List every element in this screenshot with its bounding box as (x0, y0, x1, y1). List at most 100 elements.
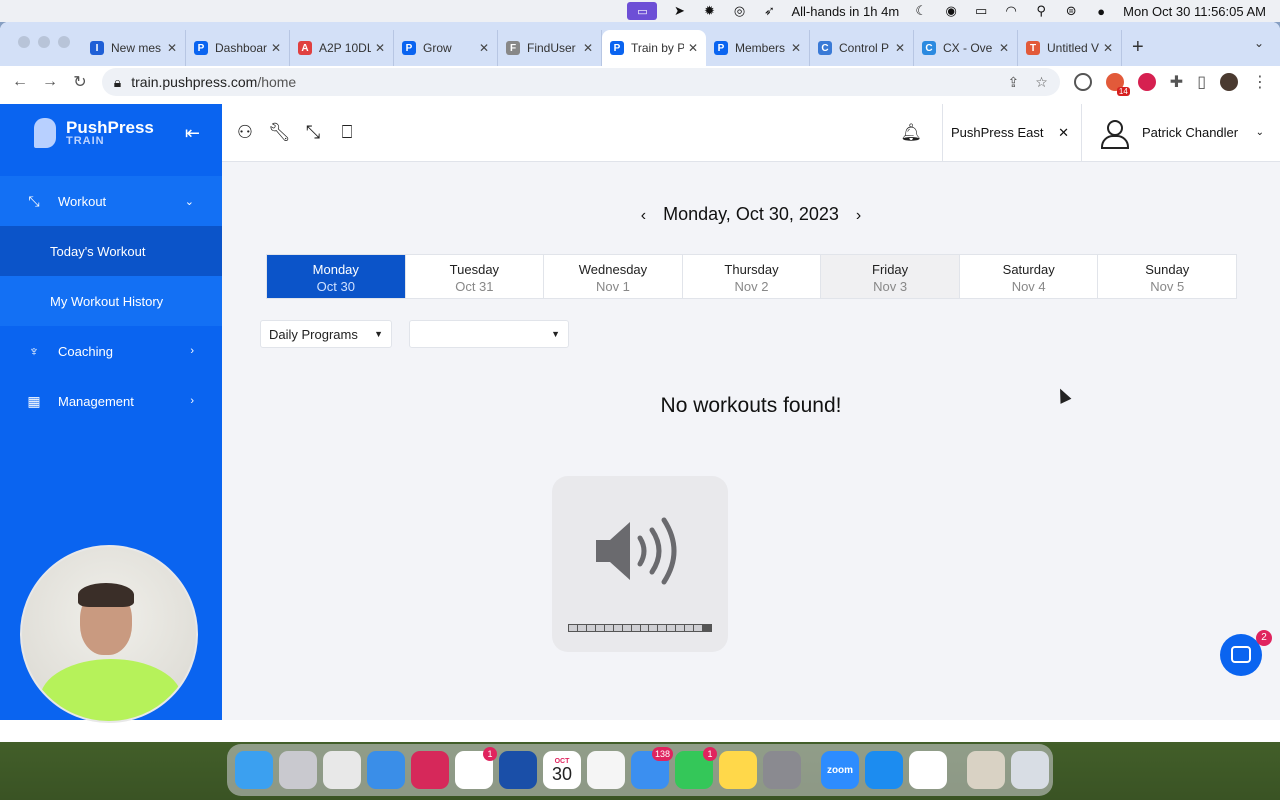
lips-app-icon[interactable] (411, 751, 449, 789)
day-tab-thursday[interactable]: Thursday Nov 2 (683, 255, 822, 298)
tab-search-icon[interactable]: ⌄ (1254, 36, 1264, 50)
browser-tab[interactable]: T Untitled V ✕ (1018, 30, 1122, 66)
day-tab-monday[interactable]: Monday Oct 30 (267, 255, 406, 298)
vpn-icon[interactable]: ➤ (671, 3, 687, 18)
day-date: Nov 3 (873, 279, 908, 294)
finder-icon[interactable] (235, 751, 273, 789)
battery-icon[interactable]: ▭ (973, 3, 989, 18)
user-menu[interactable]: Patrick Chandler ⌄ (1082, 104, 1280, 162)
zoom-window-button[interactable] (58, 36, 70, 48)
reload-icon[interactable]: ↻ (72, 72, 88, 92)
browser-tab[interactable]: P Dashboar ✕ (186, 30, 290, 66)
sidebar-item-todays-workout[interactable]: Today's Workout (0, 226, 222, 276)
siri-icon[interactable]: ● (1093, 4, 1109, 19)
extension-shield-icon[interactable] (1073, 73, 1092, 91)
bookmark-star-icon[interactable]: ☆ (1035, 74, 1048, 91)
tab-favicon-icon: I (90, 41, 104, 55)
launchpad-icon[interactable] (279, 751, 317, 789)
screen-record-icon[interactable]: ▭ (627, 2, 658, 20)
sidebar-item-coaching[interactable]: ♆ Coaching › (0, 326, 222, 376)
system-settings-icon[interactable] (763, 751, 801, 789)
sidebar-item-workout-history[interactable]: My Workout History (0, 276, 222, 326)
photos-icon[interactable] (587, 751, 625, 789)
minimize-window-button[interactable] (38, 36, 50, 48)
1password-icon[interactable] (499, 751, 537, 789)
bookmark-icon[interactable]: ⎕ (336, 122, 358, 143)
workout-icon[interactable]: ⤡ (302, 122, 324, 143)
collapse-sidebar-icon[interactable]: ⇤ (185, 123, 200, 144)
day-tab-tuesday[interactable]: Tuesday Oct 31 (406, 255, 545, 298)
sidebar-item-management[interactable]: ▦ Management › (0, 376, 222, 426)
close-tab-icon[interactable]: ✕ (999, 41, 1009, 55)
close-tab-icon[interactable]: ✕ (688, 41, 698, 55)
new-tab-button[interactable]: + (1132, 36, 1144, 59)
slack-icon[interactable]: 1 (455, 747, 497, 789)
browser-tab[interactable]: P Grow ✕ (394, 30, 498, 66)
next-day-icon[interactable]: › (856, 207, 861, 224)
previous-day-icon[interactable]: ‹ (641, 207, 646, 224)
close-tab-icon[interactable]: ✕ (1103, 41, 1113, 55)
dock: 1 OCT 30 138 1 zoom (227, 744, 1053, 796)
safari-icon[interactable] (367, 751, 405, 789)
search-icon[interactable]: ⚲ (1033, 3, 1049, 18)
close-tab-icon[interactable]: ✕ (375, 41, 385, 55)
browser-tab[interactable]: C Control P ✕ (810, 30, 914, 66)
extension-badge-icon[interactable]: 14 (1105, 73, 1130, 96)
browser-menu-icon[interactable]: ⋮ (1252, 72, 1268, 92)
day-tab-friday[interactable]: Friday Nov 3 (821, 255, 960, 298)
control-center-icon[interactable]: ⊜ (1063, 3, 1079, 18)
bell-icon[interactable]: 🔔︎ (900, 123, 922, 143)
browser-tab[interactable]: P Train by P ✕ (602, 30, 706, 66)
forward-icon[interactable]: → (42, 73, 58, 91)
browser-tab[interactable]: C CX - Ove ✕ (914, 30, 1018, 66)
browser-tab[interactable]: A A2P 10DL ✕ (290, 30, 394, 66)
close-tab-icon[interactable]: ✕ (167, 41, 177, 55)
lock-icon[interactable]: 🔒︎ (114, 74, 121, 91)
day-tab-sunday[interactable]: Sunday Nov 5 (1098, 255, 1236, 298)
address-bar[interactable]: 🔒︎ train.pushpress.com/home ⇪ ☆ (101, 68, 1060, 96)
zoom-icon[interactable]: zoom (821, 751, 859, 789)
focus-icon[interactable]: ◎ (731, 3, 747, 18)
moon-icon[interactable]: ☾ (913, 3, 929, 18)
close-tab-icon[interactable]: ✕ (479, 41, 489, 55)
profile-avatar[interactable] (1220, 73, 1238, 91)
browser-tab[interactable]: P Members ✕ (706, 30, 810, 66)
extension-red-icon[interactable] (1137, 73, 1156, 91)
sidebar-item-workout[interactable]: ⤡ Workout ⌄ (0, 176, 222, 226)
notes-icon[interactable] (719, 751, 757, 789)
close-tab-icon[interactable]: ✕ (271, 41, 281, 55)
program-select[interactable]: Daily Programs ▼ (260, 320, 392, 348)
browser-tab[interactable]: I New mes ✕ (82, 30, 186, 66)
wrench-icon[interactable]: 🔧︎ (268, 122, 291, 143)
user-switch-icon[interactable]: ◉ (943, 3, 959, 18)
back-icon[interactable]: ← (12, 73, 28, 91)
document-preview-icon[interactable] (967, 751, 1005, 789)
tab-favicon-icon: C (818, 41, 832, 55)
brightness-icon[interactable]: ✹ (701, 3, 717, 18)
day-tab-saturday[interactable]: Saturday Nov 4 (960, 255, 1099, 298)
pushpress-icon[interactable] (865, 751, 903, 789)
members-icon[interactable]: ⚇ (234, 122, 256, 143)
messages-icon[interactable]: 1 (675, 747, 717, 789)
browser-tab[interactable]: F FindUser ✕ (498, 30, 602, 66)
calendar-icon[interactable]: OCT 30 (543, 751, 581, 789)
menubar-clock[interactable]: Mon Oct 30 11:56:05 AM (1123, 4, 1266, 19)
wifi-icon[interactable]: ◠ (1003, 3, 1019, 18)
empty-state-message: No workouts found! (660, 394, 842, 417)
mail-icon[interactable]: 138 (631, 747, 673, 789)
close-tab-icon[interactable]: ✕ (791, 41, 801, 55)
extensions-puzzle-icon[interactable]: ✚ (1170, 72, 1183, 92)
close-icon[interactable]: ✕ (1058, 125, 1069, 141)
track-select[interactable]: ▼ (409, 320, 569, 348)
trash-icon[interactable] (1011, 751, 1049, 789)
chrome-icon[interactable] (323, 751, 361, 789)
gym-selector[interactable]: PushPress East ✕ (942, 103, 1082, 162)
close-window-button[interactable] (18, 36, 30, 48)
share-icon[interactable]: ⇪ (1007, 74, 1019, 91)
close-tab-icon[interactable]: ✕ (895, 41, 905, 55)
day-tab-wednesday[interactable]: Wednesday Nov 1 (544, 255, 683, 298)
sidepanel-icon[interactable]: ▯ (1197, 72, 1206, 92)
sneaker-app-icon[interactable] (909, 751, 947, 789)
close-tab-icon[interactable]: ✕ (583, 41, 593, 55)
meeting-status[interactable]: All-hands in 1h 4m (791, 4, 899, 19)
